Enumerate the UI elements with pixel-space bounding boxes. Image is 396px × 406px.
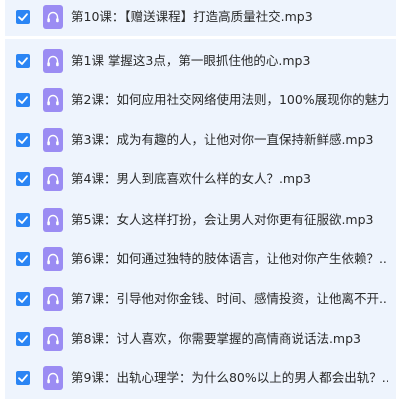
checkbox-checked[interactable] [16,331,30,346]
checkbox-checked[interactable] [16,10,30,24]
checkbox-checked[interactable] [16,212,30,227]
file-name[interactable]: 第4课：男人到底喜欢什么样的女人？.mp3 [71,170,388,188]
file-name[interactable]: 第8课：讨人喜欢，你需要掌握的高情商说话法.mp3 [71,330,388,348]
file-row[interactable]: 第8课：讨人喜欢，你需要掌握的高情商说话法.mp3 [5,317,396,360]
file-list: 第10课：【赠送课程】打造高质量社交.mp3 第1课 掌握这3点，第一眼抓住他的… [0,0,396,406]
audio-file-icon [43,286,63,311]
file-row[interactable]: 第9课：出轨心理学：为什么80%以上的男人都会出轨？.... [5,356,396,399]
file-name[interactable]: 第2课：如何应用社交网络使用法则，100%展现你的魅力... [71,91,388,109]
audio-file-icon [43,166,63,191]
file-name[interactable]: 第1课 掌握这3点，第一眼抓住他的心.mp3 [71,52,388,70]
audio-file-icon [43,365,63,390]
audio-file-icon [43,87,63,112]
audio-file-icon [43,5,63,29]
audio-file-icon [43,326,63,351]
file-row[interactable]: 第3课：成为有趣的人，让他对你一直保持新鲜感.mp3 [5,118,396,161]
checkbox-checked[interactable] [16,132,30,147]
checkbox-checked[interactable] [16,92,30,107]
file-name[interactable]: 第3课：成为有趣的人，让他对你一直保持新鲜感.mp3 [71,131,388,149]
checkbox-checked[interactable] [16,370,30,385]
file-name[interactable]: 第9课：出轨心理学：为什么80%以上的男人都会出轨？.... [71,369,388,387]
checkbox-checked[interactable] [16,171,30,186]
file-name[interactable]: 第10课：【赠送课程】打造高质量社交.mp3 [71,8,388,26]
audio-file-icon [43,48,63,73]
audio-file-icon [43,246,63,271]
file-row[interactable]: 第6课：如何通过独特的肢体语言，让他对你产生依赖？.... [5,237,396,280]
audio-file-icon [43,127,63,152]
file-row[interactable]: 第7课：引导他对你金钱、时间、感情投资，让他离不开... [5,277,396,320]
checkbox-checked[interactable] [16,53,30,68]
audio-file-icon [43,207,63,232]
file-name[interactable]: 第5课：女人这样打扮，会让男人对你更有征服欲.mp3 [71,211,388,229]
checkbox-checked[interactable] [16,291,30,306]
file-row[interactable]: 第10课：【赠送课程】打造高质量社交.mp3 [5,0,396,36]
file-name[interactable]: 第7课：引导他对你金钱、时间、感情投资，让他离不开... [71,290,388,308]
file-name[interactable]: 第6课：如何通过独特的肢体语言，让他对你产生依赖？.... [71,250,388,268]
file-row[interactable]: 第5课：女人这样打扮，会让男人对你更有征服欲.mp3 [5,198,396,241]
file-row[interactable]: 第2课：如何应用社交网络使用法则，100%展现你的魅力... [5,78,396,121]
file-row[interactable]: 第4课：男人到底喜欢什么样的女人？.mp3 [5,157,396,200]
file-row[interactable]: 第1课 掌握这3点，第一眼抓住他的心.mp3 [5,39,396,82]
checkbox-checked[interactable] [16,251,30,266]
